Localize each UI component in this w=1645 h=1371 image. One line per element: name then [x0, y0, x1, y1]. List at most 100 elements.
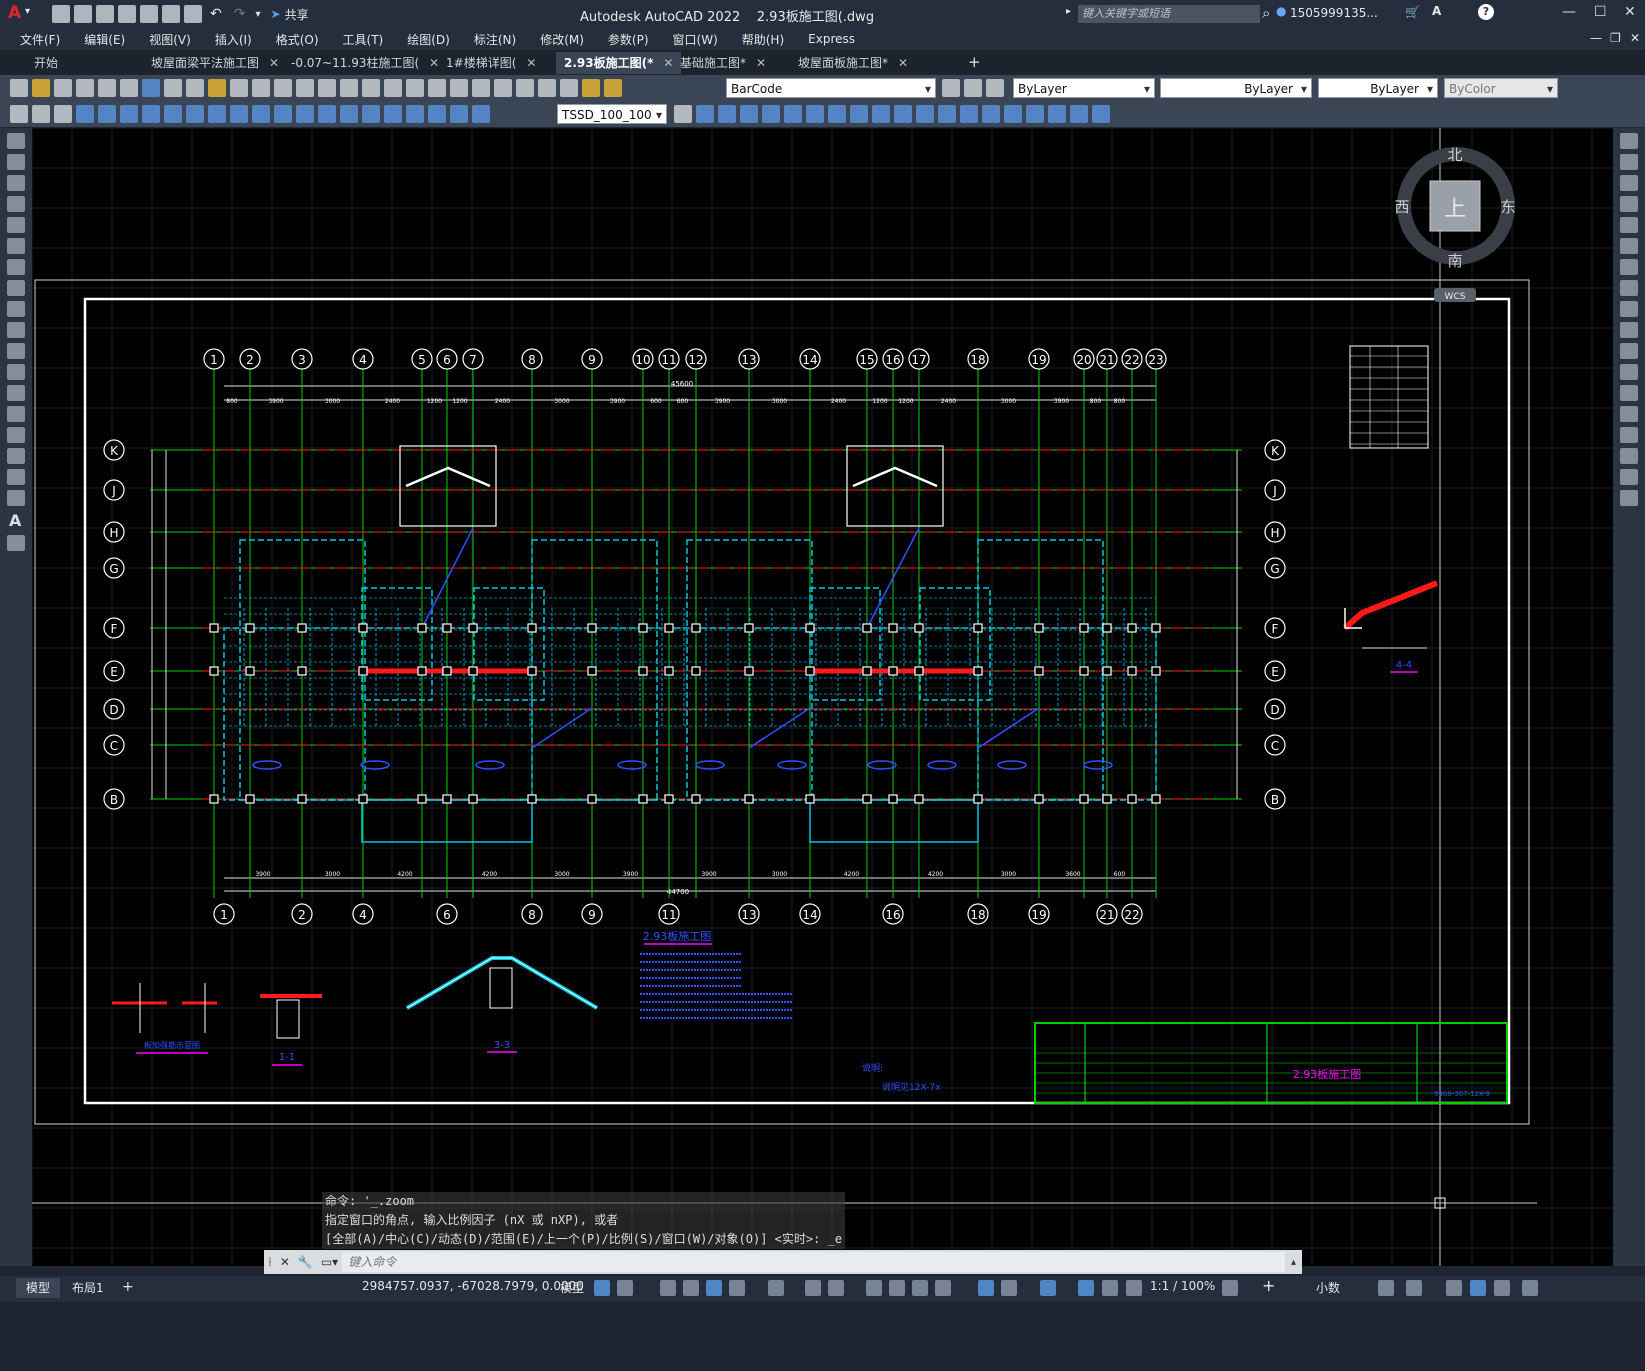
menu-item[interactable]: 插入(I) [203, 31, 264, 48]
chamfer-icon[interactable] [1620, 427, 1638, 443]
tool-k-icon[interactable] [850, 105, 868, 123]
trim-icon[interactable] [1620, 322, 1638, 338]
ordinate-dim-icon[interactable] [142, 105, 160, 123]
menu-item[interactable]: 绘图(D) [395, 31, 462, 48]
workspace-icon[interactable] [1222, 1280, 1238, 1296]
join-icon[interactable] [1620, 406, 1638, 422]
dim-update-icon[interactable] [472, 105, 490, 123]
app-menu-chevron-icon[interactable]: ▾ [25, 6, 30, 17]
tool-b-icon[interactable] [32, 105, 50, 123]
point-icon[interactable] [7, 406, 25, 422]
dimstyle-dropdown[interactable]: TSSD_100_100 [557, 104, 667, 125]
tool-palettes-icon[interactable] [450, 79, 468, 97]
circle-icon[interactable] [7, 259, 25, 275]
maximize-icon[interactable]: ☐ [1594, 4, 1607, 20]
rectangle-icon[interactable] [7, 217, 25, 233]
layer-properties-icon[interactable] [560, 79, 578, 97]
tool-h-icon[interactable] [784, 105, 802, 123]
recent-commands-icon[interactable]: ▭▾ [321, 1255, 338, 1269]
break-icon[interactable] [1620, 385, 1638, 401]
quick-dim-icon[interactable] [252, 105, 270, 123]
tool-q-icon[interactable] [982, 105, 1000, 123]
add-layout-icon[interactable]: + [122, 1279, 134, 1295]
isolate-objects-icon[interactable] [1446, 1280, 1462, 1296]
dynamic-input-icon[interactable] [683, 1280, 699, 1296]
move-icon[interactable] [1620, 238, 1638, 254]
tool-i-icon[interactable] [806, 105, 824, 123]
construction-line-icon[interactable] [7, 154, 25, 170]
file-tab[interactable]: 2.93板施工图(* ✕ [556, 52, 682, 74]
blend-icon[interactable] [1620, 469, 1638, 485]
search-expand-icon[interactable]: ▸ [1066, 6, 1071, 17]
doc-close-icon[interactable]: ✕ [1630, 31, 1640, 45]
autodesk-a360-icon[interactable]: A [1432, 4, 1441, 18]
dim-text-edit-icon[interactable] [450, 105, 468, 123]
zoom-window-icon[interactable] [362, 79, 380, 97]
user-icon[interactable]: ● [1276, 4, 1286, 18]
file-tab[interactable]: -0.07~11.93柱施工图(✕ [283, 52, 447, 74]
grid-icon[interactable] [594, 1280, 610, 1296]
layout-tab-model[interactable]: 模型 [16, 1278, 61, 1298]
layer-dropdown[interactable]: BarCode [726, 78, 936, 99]
zoom-realtime-icon[interactable] [340, 79, 358, 97]
tool-n-icon[interactable] [916, 105, 934, 123]
menu-item[interactable]: 工具(T) [331, 31, 396, 48]
menu-item[interactable]: 视图(V) [137, 31, 203, 48]
plot-icon[interactable] [184, 5, 202, 23]
erase-icon[interactable] [1620, 133, 1638, 149]
layout-tab-layout1[interactable]: 布局1 [62, 1278, 114, 1298]
angular-dim-icon[interactable] [230, 105, 248, 123]
redo-icon[interactable]: ↷ [234, 6, 246, 22]
menu-item[interactable]: 标注(N) [462, 31, 528, 48]
dim-edit-icon[interactable] [428, 105, 446, 123]
baseline-dim-icon[interactable] [274, 105, 292, 123]
annotation-monitor-icon[interactable]: + [1262, 1276, 1275, 1295]
help-tb-icon[interactable] [538, 79, 556, 97]
polyline-icon[interactable] [7, 175, 25, 191]
table-icon[interactable] [7, 490, 25, 506]
pan-icon[interactable] [318, 79, 336, 97]
redo-tb-icon[interactable] [296, 79, 314, 97]
menu-item[interactable]: Express [796, 32, 867, 46]
arc-length-dim-icon[interactable] [120, 105, 138, 123]
lock-ui-icon[interactable] [1406, 1280, 1422, 1296]
plotstyle-dropdown[interactable]: ByColor [1444, 78, 1558, 99]
properties-icon[interactable] [406, 79, 424, 97]
explode-icon[interactable] [1620, 490, 1638, 506]
fillet-icon[interactable] [1620, 448, 1638, 464]
menu-item[interactable]: 修改(M) [528, 31, 596, 48]
tool-u-icon[interactable] [1070, 105, 1088, 123]
tool-r-icon[interactable] [1004, 105, 1022, 123]
array-icon[interactable] [1620, 217, 1638, 233]
region-icon[interactable] [7, 469, 25, 485]
3d-osnap-icon[interactable] [935, 1280, 951, 1296]
selection-cycling-icon[interactable] [912, 1280, 928, 1296]
help-icon[interactable]: ? [1478, 4, 1494, 20]
tool-j-icon[interactable] [828, 105, 846, 123]
qnew-icon[interactable] [10, 79, 28, 97]
minimize-icon[interactable]: — [1562, 4, 1576, 20]
menu-item[interactable]: 文件(F) [8, 31, 72, 48]
markup-icon[interactable] [494, 79, 512, 97]
file-tab[interactable]: 开始 [26, 52, 66, 74]
file-tab[interactable]: 坡屋面板施工图* ✕ [790, 52, 916, 74]
tool-p-icon[interactable] [960, 105, 978, 123]
continue-dim-icon[interactable] [296, 105, 314, 123]
share-button[interactable]: 共享 [285, 6, 309, 23]
add-selected-icon[interactable] [7, 535, 25, 551]
mirror-icon[interactable] [1620, 175, 1638, 191]
command-scroll-icon[interactable]: ▴ [1291, 1257, 1296, 1268]
publish-icon[interactable] [120, 79, 138, 97]
tool-m-icon[interactable] [894, 105, 912, 123]
tool-e-icon[interactable] [718, 105, 736, 123]
auto-scale-icon[interactable] [1102, 1280, 1118, 1296]
dynamic-ucs-icon[interactable] [978, 1280, 994, 1296]
center-mark-icon[interactable] [362, 105, 380, 123]
sheet-set-icon[interactable] [472, 79, 490, 97]
gizmo-icon[interactable] [1040, 1280, 1056, 1296]
polar-icon[interactable] [729, 1280, 745, 1296]
customize-qat-icon[interactable]: ▾ [255, 9, 260, 20]
lineweight-dropdown[interactable]: ByLayer [1318, 78, 1438, 99]
plot-preview-icon[interactable] [98, 79, 116, 97]
jogged-dim-icon[interactable] [186, 105, 204, 123]
